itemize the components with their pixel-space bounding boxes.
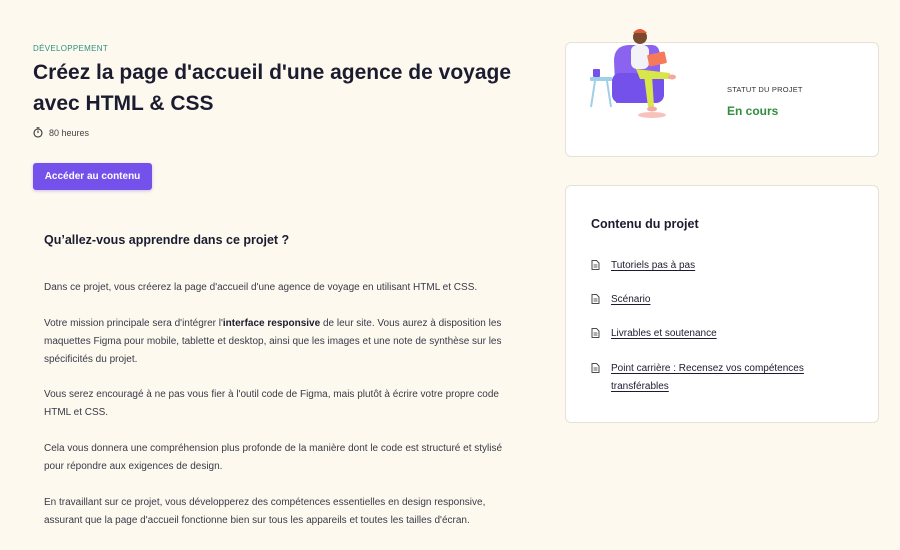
page-title: Créez la page d'accueil d'une agence de … — [33, 61, 512, 115]
access-content-button[interactable]: Accéder au contenu — [33, 163, 152, 190]
duration: 80 heures — [33, 127, 89, 138]
status-card: STATUT DU PROJET En cours — [565, 29, 879, 157]
person-reading-illustration — [590, 29, 676, 118]
document-icon — [591, 363, 600, 373]
contents-item-deliverables[interactable]: Livrables et soutenance — [591, 325, 831, 343]
paragraph-skills: En travaillant sur ce projet, vous dével… — [44, 497, 486, 526]
project-contents-card: Contenu du projet Tutoriels pas à pas Sc… — [565, 185, 879, 423]
project-contents-title: Contenu du projet — [591, 217, 699, 231]
paragraph-mission: Votre mission principale sera d'intégrer… — [44, 315, 522, 369]
contents-item-tutorials[interactable]: Tutoriels pas à pas — [591, 257, 831, 275]
contents-item-label[interactable]: Tutoriels pas à pas — [611, 257, 831, 275]
paragraph-understanding: Cela vous donnera une compréhension plus… — [44, 443, 503, 472]
contents-item-career[interactable]: Point carrière : Recensez vos compétence… — [591, 360, 831, 396]
stopwatch-icon — [33, 127, 43, 138]
duration-text: 80 heures — [49, 127, 90, 138]
document-icon — [591, 294, 600, 304]
contents-item-scenario[interactable]: Scénario — [591, 291, 831, 309]
paragraph-figma: Vous serez encouragé à ne pas vous fier … — [44, 389, 499, 418]
document-icon — [591, 328, 600, 338]
paragraph-intro: Dans ce projet, vous créerez la page d'a… — [44, 282, 478, 293]
contents-item-label[interactable]: Livrables et soutenance — [611, 325, 831, 343]
project-status-value: En cours — [727, 104, 779, 118]
project-status-label: STATUT DU PROJET — [727, 85, 803, 94]
contents-item-label[interactable]: Scénario — [611, 291, 831, 309]
contents-item-label[interactable]: Point carrière : Recensez vos compétence… — [611, 360, 831, 396]
document-icon — [591, 260, 600, 270]
category-label: DÉVELOPPEMENT — [33, 44, 109, 53]
learn-heading: Qu’allez-vous apprendre dans ce projet ? — [44, 233, 290, 247]
paragraph-mission-start: Votre mission principale sera d'intégrer… — [44, 318, 223, 329]
responsive-interface-highlight: interface responsive — [222, 318, 321, 329]
